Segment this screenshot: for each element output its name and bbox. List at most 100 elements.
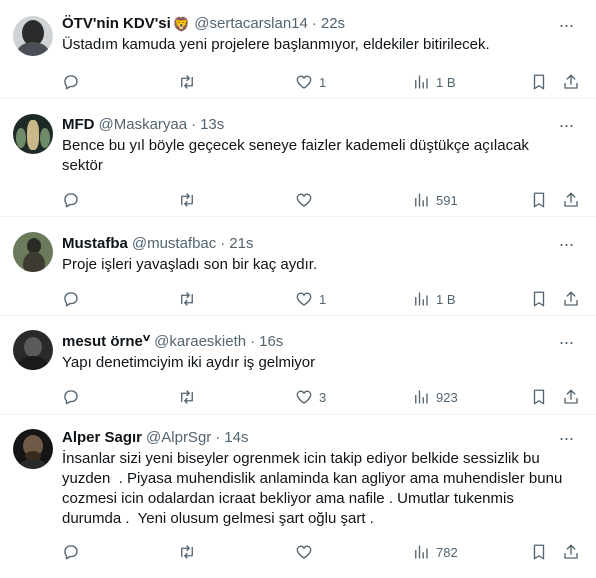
- reply-button[interactable]: [62, 387, 86, 407]
- separator-dot: ·: [215, 429, 221, 446]
- lion-emoji-icon: 🦁: [172, 16, 191, 32]
- tweet-header: Mustafba @mustafbac · 21s: [62, 217, 580, 254]
- share-icon: [564, 192, 578, 207]
- reply-button[interactable]: [62, 289, 86, 309]
- reply-icon: [64, 292, 78, 307]
- separator-dot: ·: [191, 116, 197, 133]
- views-icon: [415, 193, 428, 207]
- views-icon: [415, 75, 428, 89]
- tweet[interactable]: MFD @Maskaryaa · 13s ··· Bence bu yıl bö…: [0, 99, 596, 217]
- views-icon: [415, 292, 428, 306]
- avatar[interactable]: [13, 330, 53, 370]
- user-handle[interactable]: @karaeskieth: [154, 332, 246, 352]
- reply-icon: [64, 545, 78, 560]
- display-name[interactable]: MFD: [62, 115, 95, 135]
- share-icon: [564, 74, 578, 89]
- view-count: 782: [436, 544, 458, 560]
- bookmark-button[interactable]: [530, 542, 548, 562]
- share-icon: [564, 291, 578, 306]
- views-icon: [415, 545, 428, 559]
- retweet-button[interactable]: [178, 387, 202, 407]
- like-button[interactable]: [295, 542, 319, 562]
- tweet-text: Üstadım kamuda yeni projelere başlanmıyo…: [62, 36, 490, 53]
- retweet-icon: [181, 75, 193, 89]
- timestamp[interactable]: 14s: [224, 428, 248, 448]
- reply-feed: ÖTV'nin KDV'si 🦁 @sertacarslan14 · 22s ·…: [0, 0, 596, 578]
- like-button[interactable]: [295, 190, 319, 210]
- display-name[interactable]: Mustafba: [62, 234, 128, 254]
- reply-button[interactable]: [62, 190, 86, 210]
- more-icon[interactable]: ···: [556, 234, 576, 254]
- tweet-header: ÖTV'nin KDV'si 🦁 @sertacarslan14 · 22s: [62, 0, 580, 34]
- bookmark-icon: [533, 74, 545, 90]
- like-icon: [296, 545, 312, 559]
- more-icon[interactable]: ···: [556, 15, 576, 35]
- avatar[interactable]: [13, 114, 53, 154]
- timestamp[interactable]: 13s: [200, 115, 224, 135]
- tweet-header: MFD @Maskaryaa · 13s: [62, 99, 580, 135]
- share-button[interactable]: [562, 542, 580, 562]
- user-handle[interactable]: @mustafbac: [132, 234, 216, 254]
- separator-dot: ·: [311, 15, 317, 32]
- avatar[interactable]: [13, 16, 53, 56]
- reply-icon: [64, 75, 78, 90]
- bookmark-icon: [533, 291, 545, 307]
- bookmark-button[interactable]: [530, 289, 548, 309]
- bookmark-icon: [533, 389, 545, 405]
- more-icon[interactable]: ···: [556, 332, 576, 352]
- bookmark-button[interactable]: [530, 190, 548, 210]
- like-button[interactable]: 1: [295, 72, 326, 92]
- retweet-icon: [181, 390, 193, 404]
- bookmark-button[interactable]: [530, 387, 548, 407]
- tweet-text: İnsanlar sizi yeni biseyler ogrenmek ici…: [62, 450, 563, 527]
- more-icon[interactable]: ···: [556, 115, 576, 135]
- like-button[interactable]: 3: [295, 387, 326, 407]
- timestamp[interactable]: 22s: [321, 14, 345, 34]
- user-handle[interactable]: @Maskaryaa: [99, 115, 188, 135]
- avatar[interactable]: [13, 232, 53, 272]
- user-handle[interactable]: @sertacarslan14: [194, 14, 308, 34]
- separator-dot: ·: [220, 235, 226, 252]
- tweet[interactable]: mesut örneⱽ @karaeskieth · 16s ··· Yapı …: [0, 316, 596, 415]
- tweet-header: Alper Sagır @AlprSgr · 14s: [62, 415, 580, 448]
- views-button[interactable]: 1 B: [412, 72, 456, 92]
- retweet-button[interactable]: [178, 190, 202, 210]
- views-button[interactable]: 782: [412, 542, 458, 562]
- avatar[interactable]: [13, 429, 53, 469]
- views-button[interactable]: 1 B: [412, 289, 456, 309]
- like-button[interactable]: 1: [295, 289, 326, 309]
- more-icon[interactable]: ···: [556, 428, 576, 448]
- display-name[interactable]: Alper Sagır: [62, 428, 142, 448]
- share-button[interactable]: [562, 289, 580, 309]
- bookmark-icon: [533, 544, 545, 560]
- timestamp[interactable]: 16s: [259, 332, 283, 352]
- share-button[interactable]: [562, 387, 580, 407]
- tweet[interactable]: Alper Sagır @AlprSgr · 14s ··· İnsanlar …: [0, 415, 596, 578]
- views-icon: [415, 390, 428, 404]
- share-button[interactable]: [562, 72, 580, 92]
- timestamp[interactable]: 21s: [229, 234, 253, 254]
- like-icon: [296, 193, 312, 207]
- retweet-button[interactable]: [178, 289, 202, 309]
- tweet-text: Proje işleri yavaşladı son bir kaç aydır…: [62, 256, 318, 273]
- retweet-icon: [181, 292, 193, 306]
- retweet-button[interactable]: [178, 72, 202, 92]
- reply-button[interactable]: [62, 542, 86, 562]
- views-button[interactable]: 923: [412, 387, 458, 407]
- display-name[interactable]: ÖTV'nin KDV'si: [62, 14, 171, 34]
- retweet-button[interactable]: [178, 542, 202, 562]
- bookmark-button[interactable]: [530, 72, 548, 92]
- tweet[interactable]: Mustafba @mustafbac · 21s ··· Proje işle…: [0, 217, 596, 316]
- user-handle[interactable]: @AlprSgr: [146, 428, 211, 448]
- tweet-text: Bence bu yıl böyle geçecek seneye faizle…: [62, 137, 529, 174]
- like-icon: [296, 292, 312, 306]
- action-bar: 1 1 B: [62, 72, 580, 92]
- display-name[interactable]: mesut örneⱽ: [62, 332, 150, 352]
- tweet[interactable]: ÖTV'nin KDV'si 🦁 @sertacarslan14 · 22s ·…: [0, 0, 596, 99]
- views-button[interactable]: 591: [412, 190, 458, 210]
- action-bar: 782: [62, 542, 580, 562]
- reply-button[interactable]: [62, 72, 86, 92]
- share-button[interactable]: [562, 190, 580, 210]
- reply-icon: [64, 390, 78, 405]
- separator-dot: ·: [250, 333, 256, 350]
